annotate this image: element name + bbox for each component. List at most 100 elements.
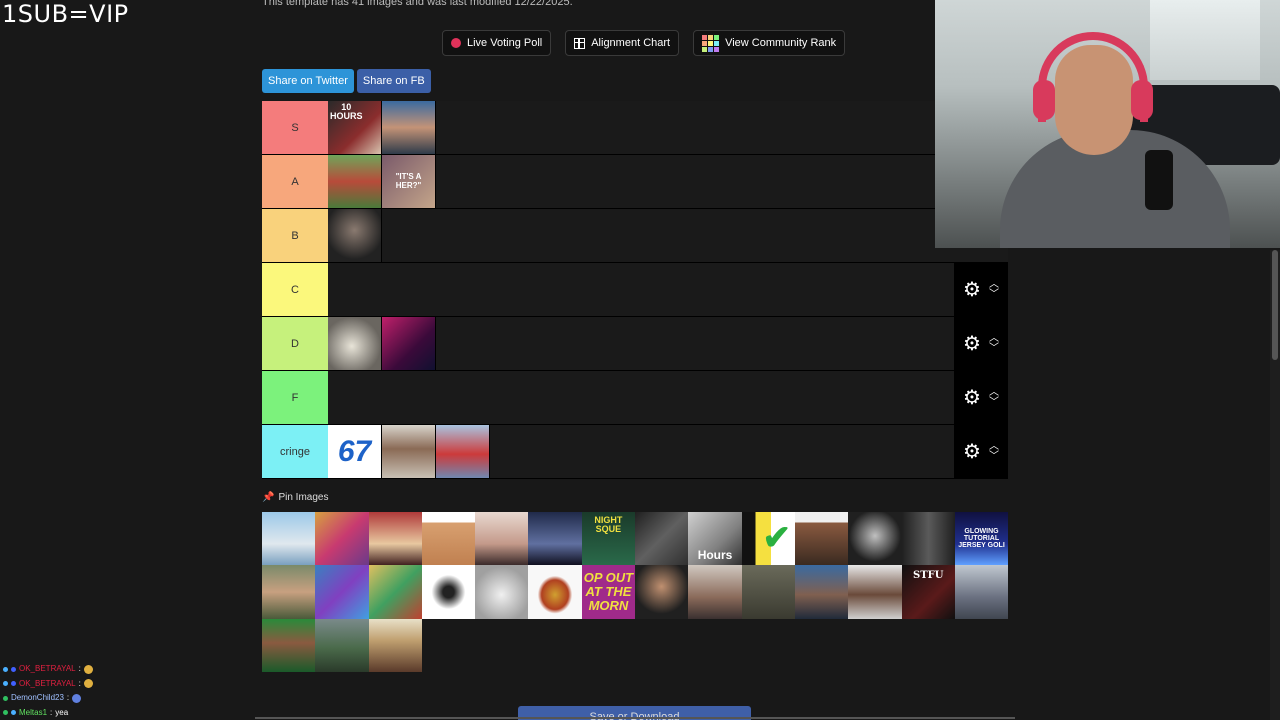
- pool-image[interactable]: [794, 512, 849, 566]
- pool-image[interactable]: NIGHT SQUE: [581, 512, 636, 566]
- pool-image-caption: OP OUT AT THE MORN: [583, 570, 634, 613]
- pool-image[interactable]: [262, 512, 316, 566]
- share-fb-button[interactable]: Share on FB: [356, 69, 431, 93]
- pool-image[interactable]: [262, 565, 316, 619]
- tier-row-c: C ⚙ ︿ ﹀: [262, 263, 1008, 317]
- gear-icon[interactable]: ⚙: [963, 442, 981, 462]
- scrollbar[interactable]: [1270, 250, 1280, 720]
- live-voting-poll-button[interactable]: Live Voting Poll: [442, 30, 552, 56]
- pool-image[interactable]: [421, 512, 476, 566]
- share-twitter-button[interactable]: Share on Twitter: [262, 69, 354, 93]
- chevron-up-icon[interactable]: ︿: [989, 387, 999, 398]
- pool-image-caption: GLOWING TUTORIAL JERSEY GOLI: [958, 527, 1005, 550]
- pool-image[interactable]: [848, 512, 902, 566]
- tier-label-a[interactable]: A: [262, 155, 328, 208]
- pool-image[interactable]: [954, 565, 1009, 619]
- chat-username: DemonChild23: [11, 693, 64, 702]
- pool-image[interactable]: ✔: [741, 512, 795, 566]
- tier-label-cringe[interactable]: cringe: [262, 425, 328, 478]
- pin-images-label: Pin Images: [278, 492, 329, 503]
- pool-image[interactable]: [315, 618, 369, 672]
- chevron-down-icon[interactable]: ﹀: [989, 397, 999, 408]
- chevron-up-icon[interactable]: ︿: [989, 441, 999, 452]
- chat-message: DemonChild23 :: [3, 691, 93, 706]
- gear-icon[interactable]: ⚙: [963, 334, 981, 354]
- pool-image[interactable]: [475, 512, 529, 566]
- tier-image[interactable]: [382, 425, 436, 478]
- view-community-rank-label: View Community Rank: [725, 37, 837, 49]
- pool-image[interactable]: OP OUT AT THE MORN: [581, 565, 636, 619]
- tier-image[interactable]: 67: [328, 425, 382, 478]
- tier-image[interactable]: [382, 101, 436, 154]
- tier-items-b: [328, 209, 1008, 262]
- divider: [255, 717, 1015, 719]
- tier-label-s[interactable]: S: [262, 101, 328, 154]
- pin-images-toggle[interactable]: 📌 Pin Images: [262, 492, 328, 503]
- share-row: Share on Twitter Share on FB: [262, 69, 431, 93]
- pool-image[interactable]: [794, 565, 849, 619]
- tier-image[interactable]: [328, 209, 382, 262]
- chat-username: OK_BETRAYAL: [19, 678, 76, 688]
- emote-icon: [83, 679, 93, 689]
- gear-icon[interactable]: ⚙: [963, 388, 981, 408]
- tier-row-a: A "IT'S A HER?": [262, 155, 1008, 209]
- tier-image[interactable]: 10 HOURS: [328, 101, 382, 154]
- chevron-down-icon[interactable]: ﹀: [989, 343, 999, 354]
- pool-image[interactable]: [688, 565, 742, 619]
- scrollbar-thumb[interactable]: [1272, 250, 1278, 360]
- pool-image[interactable]: [848, 565, 902, 619]
- tier-image-caption: 67: [337, 434, 372, 468]
- tier-row-b: B: [262, 209, 1008, 263]
- pool-image[interactable]: [901, 512, 955, 566]
- chevron-down-icon[interactable]: ﹀: [989, 289, 999, 300]
- tier-image[interactable]: [328, 155, 382, 208]
- tier-label-d[interactable]: D: [262, 317, 328, 370]
- pool-image[interactable]: [475, 565, 529, 619]
- chevron-down-icon[interactable]: ﹀: [989, 451, 999, 462]
- badge-icon: [11, 681, 16, 687]
- chat-text: yea: [55, 707, 69, 717]
- tier-label-c[interactable]: C: [262, 263, 328, 316]
- gear-icon[interactable]: ⚙: [963, 280, 981, 300]
- headset-ear-left: [1033, 80, 1055, 120]
- tier-items-c: [328, 263, 954, 316]
- tier-label-f[interactable]: F: [262, 371, 328, 424]
- chevron-up-icon[interactable]: ︿: [989, 279, 999, 290]
- tier-image[interactable]: "IT'S A HER?": [382, 155, 436, 208]
- pool-image[interactable]: GLOWING TUTORIAL JERSEY GOLI: [954, 512, 1009, 566]
- chevron-up-icon[interactable]: ︿: [989, 333, 999, 344]
- pool-image[interactable]: Hours: [688, 512, 742, 566]
- pool-image[interactable]: [262, 618, 316, 672]
- view-community-rank-button[interactable]: View Community Rank: [693, 30, 846, 56]
- tier-items-a: "IT'S A HER?": [328, 155, 1008, 208]
- pool-image[interactable]: [368, 618, 422, 672]
- pool-image[interactable]: [368, 565, 422, 619]
- streamer-webcam: [935, 0, 1280, 248]
- webcam-window: [1150, 0, 1260, 80]
- tier-move-arrows: ︿ ﹀: [989, 279, 999, 300]
- vip-overlay-text: 1SUB=VIP: [2, 0, 129, 28]
- pool-image[interactable]: STFU: [901, 565, 955, 619]
- pool-image[interactable]: [528, 565, 582, 619]
- tier-label-b[interactable]: B: [262, 209, 328, 262]
- tier-row-s: S 10 HOURS: [262, 101, 1008, 155]
- pool-image[interactable]: [368, 512, 422, 566]
- pool-image[interactable]: [315, 565, 369, 619]
- tier-image[interactable]: [328, 317, 382, 370]
- tier-image[interactable]: [436, 425, 490, 478]
- tier-image-caption: "IT'S A HER?": [395, 172, 422, 190]
- badge-icon: [3, 666, 8, 672]
- tier-image[interactable]: [382, 317, 436, 370]
- pool-image[interactable]: [635, 565, 689, 619]
- tier-items-f: [328, 371, 954, 424]
- chat-username: OK_BETRAYAL: [19, 664, 76, 673]
- image-pool: NIGHT SQUE Hours ✔ GLOWING TUTORIAL JERS…: [262, 512, 1009, 672]
- pool-image[interactable]: [528, 512, 582, 566]
- pool-image[interactable]: [635, 512, 689, 566]
- pool-image[interactable]: [741, 565, 795, 619]
- pool-image[interactable]: [421, 565, 476, 619]
- tier-image-caption: 10 HOURS: [330, 102, 363, 122]
- alignment-chart-button[interactable]: Alignment Chart: [565, 30, 680, 56]
- template-info: This template has 41 images and was last…: [262, 0, 573, 8]
- pool-image[interactable]: [315, 512, 369, 566]
